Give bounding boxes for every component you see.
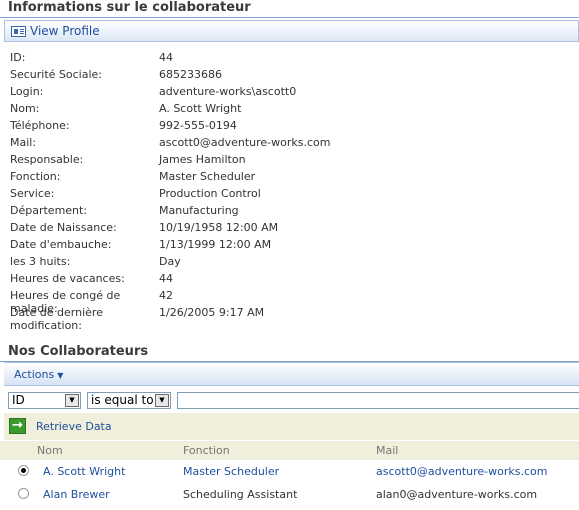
column-header-nom[interactable]: Nom: [37, 444, 63, 457]
detail-row: les 3 huits: Day: [10, 255, 331, 272]
detail-value: Master Scheduler: [159, 170, 256, 183]
detail-value: 10/19/1958 12:00 AM: [159, 221, 279, 234]
detail-label: Département:: [10, 204, 88, 217]
detail-value: Manufacturing: [159, 204, 239, 217]
detail-value: 1/26/2005 9:17 AM: [159, 306, 265, 319]
detail-value: 685233686: [159, 68, 222, 81]
detail-row: Département: Manufacturing: [10, 204, 331, 221]
detail-value: James Hamilton: [159, 153, 246, 166]
detail-row: Mail: ascott0@adventure-works.com: [10, 136, 331, 153]
detail-label: Heures de congé de maladie:: [10, 289, 121, 315]
column-header-fonction[interactable]: Fonction: [183, 444, 230, 457]
detail-value: Day: [159, 255, 181, 268]
detail-row: Heures de congé de maladie: 42: [10, 289, 331, 315]
detail-row: ID: 44: [10, 51, 331, 68]
profile-toolbar: View Profile: [4, 20, 579, 42]
detail-value: adventure-works\ascott0: [159, 85, 297, 98]
detail-label: Téléphone:: [10, 119, 70, 132]
detail-row: Date de dernière modification: 1/26/2005 …: [10, 306, 331, 332]
row-radio[interactable]: [18, 488, 29, 499]
filter-row: ID ▼ is equal to ▼: [8, 392, 579, 409]
detail-value: 1/13/1999 12:00 AM: [159, 238, 272, 251]
detail-label: Date de dernière modification:: [10, 306, 103, 332]
filter-field-value: ID: [12, 393, 25, 407]
profile-card-icon: [11, 25, 26, 37]
title-divider: [0, 17, 579, 18]
detail-row: Heures de vacances: 44: [10, 272, 331, 289]
collaborators-section-title: Nos Collaborateurs: [8, 344, 149, 359]
detail-label: Login:: [10, 85, 44, 98]
filter-value-input[interactable]: [177, 392, 579, 409]
retrieve-data-label: Retrieve Data: [36, 419, 112, 433]
details-list: ID: 44 Securité Sociale: 685233686 Login: a…: [10, 51, 331, 332]
detail-label: Fonction:: [10, 170, 61, 183]
detail-value: A. Scott Wright: [159, 102, 242, 115]
detail-value: ascott0@adventure-works.com: [159, 136, 331, 149]
row-mail-link[interactable]: ascott0@adventure-works.com: [376, 465, 548, 478]
detail-value: Production Control: [159, 187, 261, 200]
detail-label: Mail:: [10, 136, 37, 149]
detail-label: Nom:: [10, 102, 40, 115]
detail-value: 992-555-0194: [159, 119, 237, 132]
retrieve-data-button[interactable]: → Retrieve Data: [9, 418, 112, 434]
detail-value: 44: [159, 272, 173, 285]
detail-value: 44: [159, 51, 173, 64]
detail-label: Date de Naissance:: [10, 221, 117, 234]
actions-menu-button[interactable]: Actions ▼: [14, 368, 63, 381]
detail-label: Heures de vacances:: [10, 272, 125, 285]
detail-row: Fonction: Master Scheduler: [10, 170, 331, 187]
detail-row: Date de Naissance: 10/19/1958 12:00 AM: [10, 221, 331, 238]
detail-label: Date d'embauche:: [10, 238, 112, 251]
detail-row: Service: Production Control: [10, 187, 331, 204]
detail-row: Responsable: James Hamilton: [10, 153, 331, 170]
detail-label: Responsable:: [10, 153, 84, 166]
row-nom-link[interactable]: Alan Brewer: [43, 488, 110, 501]
row-fonction-link[interactable]: Master Scheduler: [183, 465, 279, 478]
detail-row: Date d'embauche: 1/13/1999 12:00 AM: [10, 238, 331, 255]
detail-value: 42: [159, 289, 173, 302]
detail-label: Securité Sociale:: [10, 68, 103, 81]
detail-row: Login: adventure-works\ascott0: [10, 85, 331, 102]
info-section-title: Informations sur le collaborateur: [8, 0, 251, 15]
table-row[interactable]: A. Scott Wright Master Scheduler ascott0…: [0, 462, 579, 482]
actions-toolbar: Actions ▼: [4, 362, 579, 386]
filter-operator-value: is equal to: [91, 393, 154, 407]
column-header-mail[interactable]: Mail: [376, 444, 398, 457]
view-profile-label: View Profile: [30, 24, 100, 38]
detail-row: Securité Sociale: 685233686: [10, 68, 331, 85]
detail-label: ID:: [10, 51, 26, 64]
filter-operator-select[interactable]: is equal to ▼: [87, 392, 171, 409]
detail-label: les 3 huits:: [10, 255, 71, 268]
go-arrow-icon: →: [9, 418, 26, 434]
row-nom-link[interactable]: A. Scott Wright: [43, 465, 125, 478]
table-header: Nom Fonction Mail: [0, 441, 579, 460]
row-fonction: Scheduling Assistant: [183, 488, 298, 501]
dropdown-arrow-icon[interactable]: ▼: [65, 394, 79, 407]
retrieve-bar: → Retrieve Data: [4, 413, 579, 440]
dropdown-arrow-icon: ▼: [57, 371, 64, 380]
table-row[interactable]: Alan Brewer Scheduling Assistant alan0@a…: [0, 485, 579, 505]
filter-field-select[interactable]: ID ▼: [8, 392, 81, 409]
row-radio-selected[interactable]: [18, 465, 29, 476]
detail-label: Service:: [10, 187, 55, 200]
detail-row: Nom: A. Scott Wright: [10, 102, 331, 119]
actions-label: Actions: [14, 368, 55, 381]
dropdown-arrow-icon[interactable]: ▼: [155, 394, 169, 407]
row-mail: alan0@adventure-works.com: [376, 488, 538, 501]
view-profile-button[interactable]: View Profile: [11, 24, 100, 38]
detail-row: Téléphone: 992-555-0194: [10, 119, 331, 136]
